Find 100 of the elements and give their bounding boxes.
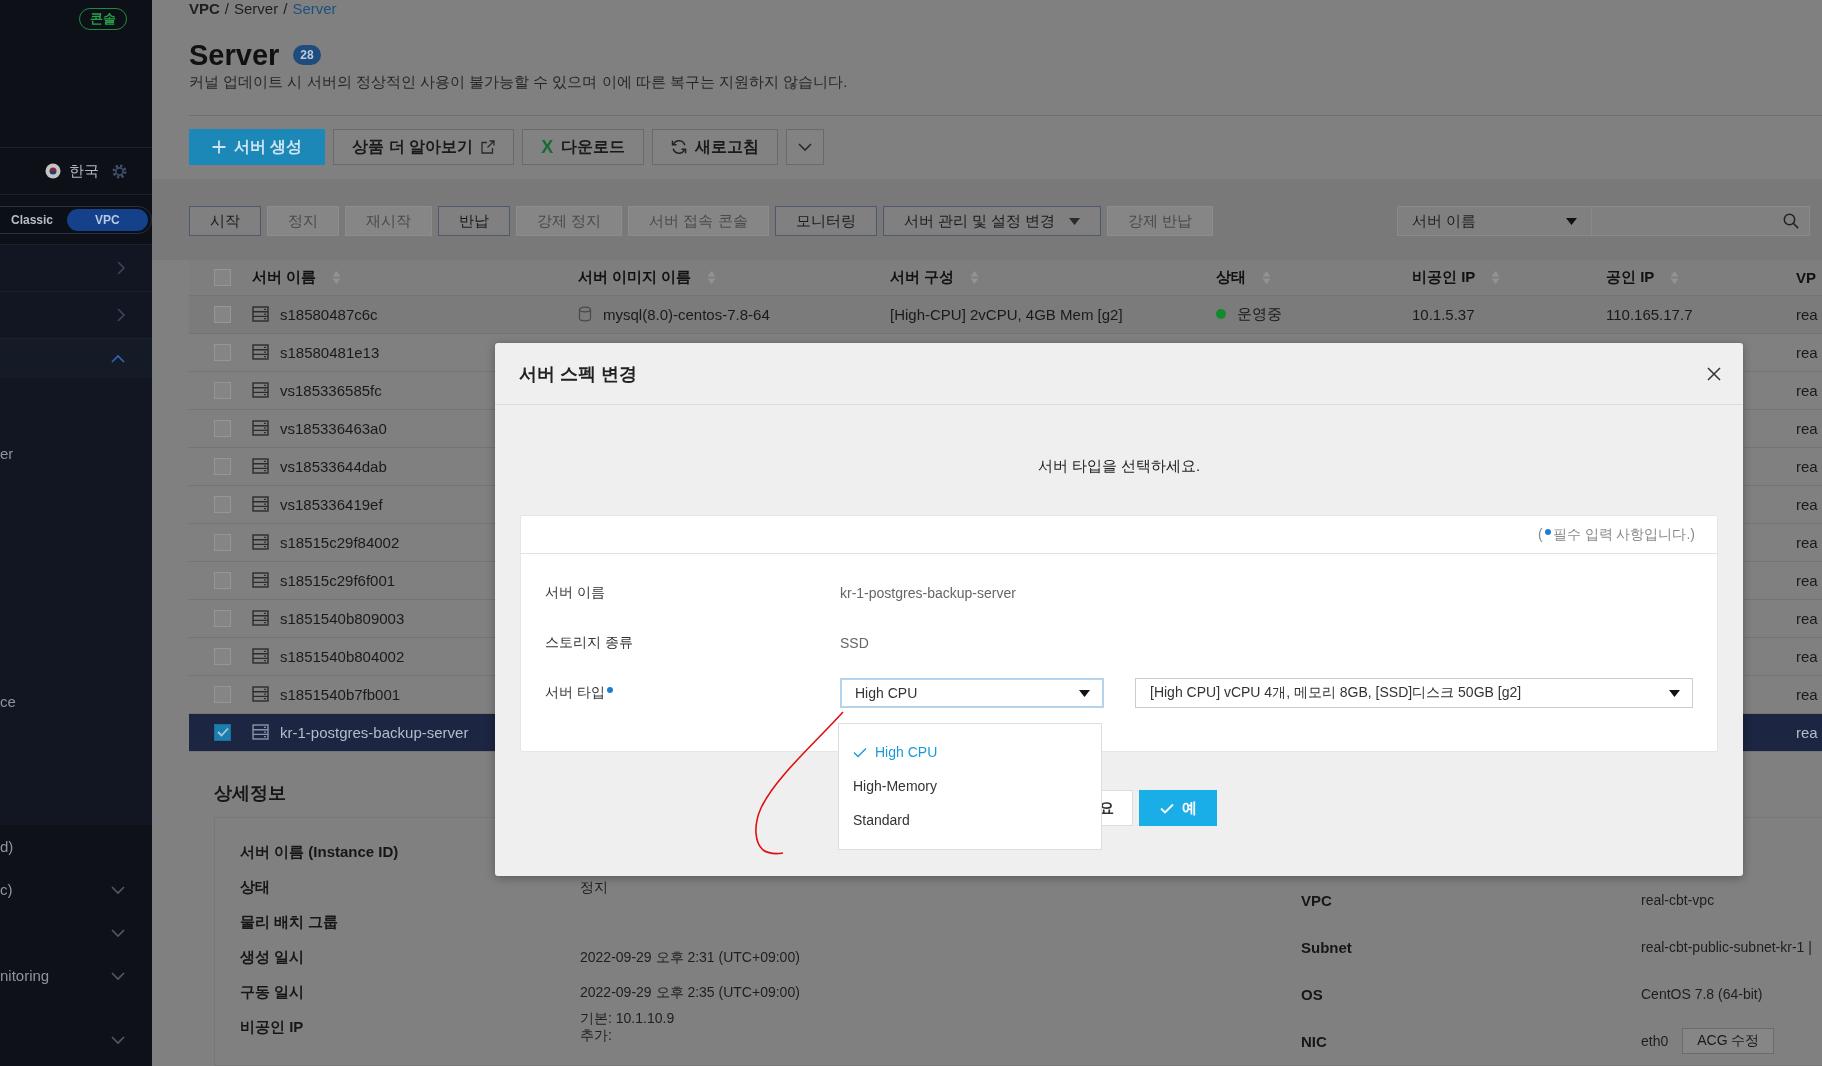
caret-icon xyxy=(1669,689,1680,697)
caret-icon xyxy=(1069,217,1081,225)
toolbar-button[interactable]: 새로고침 xyxy=(652,129,779,166)
checkbox[interactable] xyxy=(214,723,231,741)
action-button[interactable]: 시작 xyxy=(189,206,261,237)
table-cell: rea xyxy=(1796,647,1818,665)
dropdown-option[interactable]: High CPU xyxy=(839,735,1101,769)
toolbar-button[interactable]: X 다운로드 xyxy=(522,129,645,166)
server-icon xyxy=(252,724,269,741)
check-icon xyxy=(216,727,229,738)
external-link-icon xyxy=(481,140,496,155)
table-cell: rea xyxy=(1796,571,1818,589)
chevron-down-icon[interactable] xyxy=(110,884,126,895)
page-title: Server xyxy=(189,38,280,72)
confirm-button[interactable]: 예 xyxy=(1139,790,1217,826)
field-label: 생성 일시 xyxy=(240,947,306,967)
server-icon xyxy=(252,496,269,513)
field-label: 스토리지 종류 xyxy=(545,634,634,652)
server-icon xyxy=(252,458,269,475)
menu-item[interactable]: d) xyxy=(0,838,14,855)
dialog-title: 서버 스펙 변경 xyxy=(519,362,637,386)
toggle-option[interactable]: VPC xyxy=(67,208,148,231)
field-label: 서버 이름 (Instance ID) xyxy=(240,842,400,862)
action-button[interactable]: 모니터링 xyxy=(774,206,877,237)
server-type-select[interactable]: High CPU xyxy=(840,678,1104,708)
refresh-icon xyxy=(671,139,688,156)
flag-icon xyxy=(45,163,61,179)
table-cell: 110.165.17.7 xyxy=(1606,305,1693,323)
menu-group[interactable] xyxy=(0,338,152,378)
field-value: 정지 xyxy=(580,878,609,896)
plus-icon xyxy=(212,140,226,155)
breadcrumb-link[interactable]: Server xyxy=(234,0,279,18)
column-header[interactable]: 공인 IP xyxy=(1606,268,1655,287)
field-value: 2022-09-29 오후 2:31 (UTC+09:00) xyxy=(580,948,801,966)
dropdown-option[interactable]: Standard xyxy=(839,803,1101,837)
column-header[interactable]: VP xyxy=(1796,269,1816,286)
more-button[interactable] xyxy=(786,129,825,166)
language-label[interactable]: 한국 xyxy=(69,161,99,181)
server-icon xyxy=(252,344,269,361)
network-toggle[interactable]: Classic VPC xyxy=(0,205,152,234)
server-icon xyxy=(252,534,269,551)
server-icon xyxy=(252,686,269,703)
menu-item[interactable]: ce xyxy=(0,681,152,721)
menu-item[interactable]: er xyxy=(0,433,152,473)
server-spec-select[interactable]: [High CPU] vCPU 4개, 메모리 8GB, [SSD]디스크 50GB [g2] xyxy=(1135,678,1693,708)
toggle-option[interactable]: Classic xyxy=(1,208,64,231)
server-name: s18515c29f84002 xyxy=(280,533,400,551)
breadcrumb-separator: / xyxy=(224,0,229,18)
table-cell: rea xyxy=(1796,609,1818,627)
field-label: 상태 xyxy=(240,877,271,897)
acg-edit-button[interactable]: ACG 수정 xyxy=(1682,1028,1775,1055)
server-name: s1851540b804002 xyxy=(280,647,405,665)
chevron-right-icon xyxy=(116,307,126,323)
table-cell: rea xyxy=(1796,343,1818,361)
field-label: 물리 배치 그룹 xyxy=(240,912,340,932)
column-header[interactable]: 상태 xyxy=(1216,268,1246,287)
table-cell: [High-CPU] 2vCPU, 4GB Mem [g2] xyxy=(890,305,1123,323)
check-icon xyxy=(1159,802,1174,814)
column-header[interactable]: 서버 이미지 이름 xyxy=(578,268,692,287)
action-button[interactable]: 반납 xyxy=(438,206,510,237)
create-server-button[interactable]: 서버 생성 xyxy=(189,129,326,166)
table-cell: rea xyxy=(1796,305,1818,323)
field-value: eth0 xyxy=(1641,1032,1669,1050)
field-value: SSD xyxy=(840,635,870,651)
column-header[interactable]: 서버 이름 xyxy=(252,268,317,287)
dropdown-button[interactable]: 서버 관리 및 설정 변경 xyxy=(882,206,1102,237)
server-name: s18515c29f6f001 xyxy=(280,571,396,589)
field-value: 추가: xyxy=(580,1027,613,1045)
field-value: kr-1-postgres-backup-server xyxy=(840,585,1017,601)
checkbox[interactable] xyxy=(214,305,231,323)
field-label: 서버 타입 xyxy=(545,684,840,702)
column-header[interactable]: 서버 구성 xyxy=(890,268,955,287)
table-cell: rea xyxy=(1796,495,1818,513)
checkbox[interactable] xyxy=(214,269,231,286)
server-name: s18580481e13 xyxy=(280,343,380,361)
server-name: vs185336585fc xyxy=(280,381,382,399)
field-label: Subnet xyxy=(1301,938,1353,956)
close-button[interactable] xyxy=(1707,366,1721,381)
server-icon xyxy=(252,648,269,665)
search-field-select[interactable]: 서버 이름 xyxy=(1397,206,1592,237)
chevron-down-icon[interactable] xyxy=(110,970,126,981)
search-icon[interactable] xyxy=(1783,213,1799,230)
menu-item[interactable]: nitoring xyxy=(0,967,50,984)
table-row[interactable]: s18580487c6c mysql(8.0)-centos-7.8-64 [High-CPU] 2vCPU, 4GB Mem [g2] 운영중 10.1.5.37 110.165.17.7 rea xyxy=(189,295,1822,334)
toolbar-button[interactable]: 상품 더 알아보기 xyxy=(333,129,515,166)
menu-item[interactable]: c) xyxy=(0,881,13,898)
column-header[interactable]: 비공인 IP xyxy=(1412,268,1476,287)
chevron-down-icon[interactable] xyxy=(110,927,126,938)
breadcrumb-link[interactable]: VPC xyxy=(189,0,220,18)
chevron-down-icon[interactable] xyxy=(110,1034,126,1045)
field-value: CentOS 7.8 (64-bit) xyxy=(1641,985,1763,1003)
count-badge: 28 xyxy=(293,45,321,66)
dropdown-option[interactable]: High-Memory xyxy=(839,769,1101,803)
field-label: 구동 일시 xyxy=(240,982,306,1002)
table-cell: 10.1.5.37 xyxy=(1412,305,1475,323)
check-icon xyxy=(853,746,867,758)
field-label: VPC xyxy=(1301,891,1333,909)
settings-icon[interactable] xyxy=(111,162,128,180)
search-field[interactable] xyxy=(1592,206,1810,237)
field-label: OS xyxy=(1301,985,1324,1003)
